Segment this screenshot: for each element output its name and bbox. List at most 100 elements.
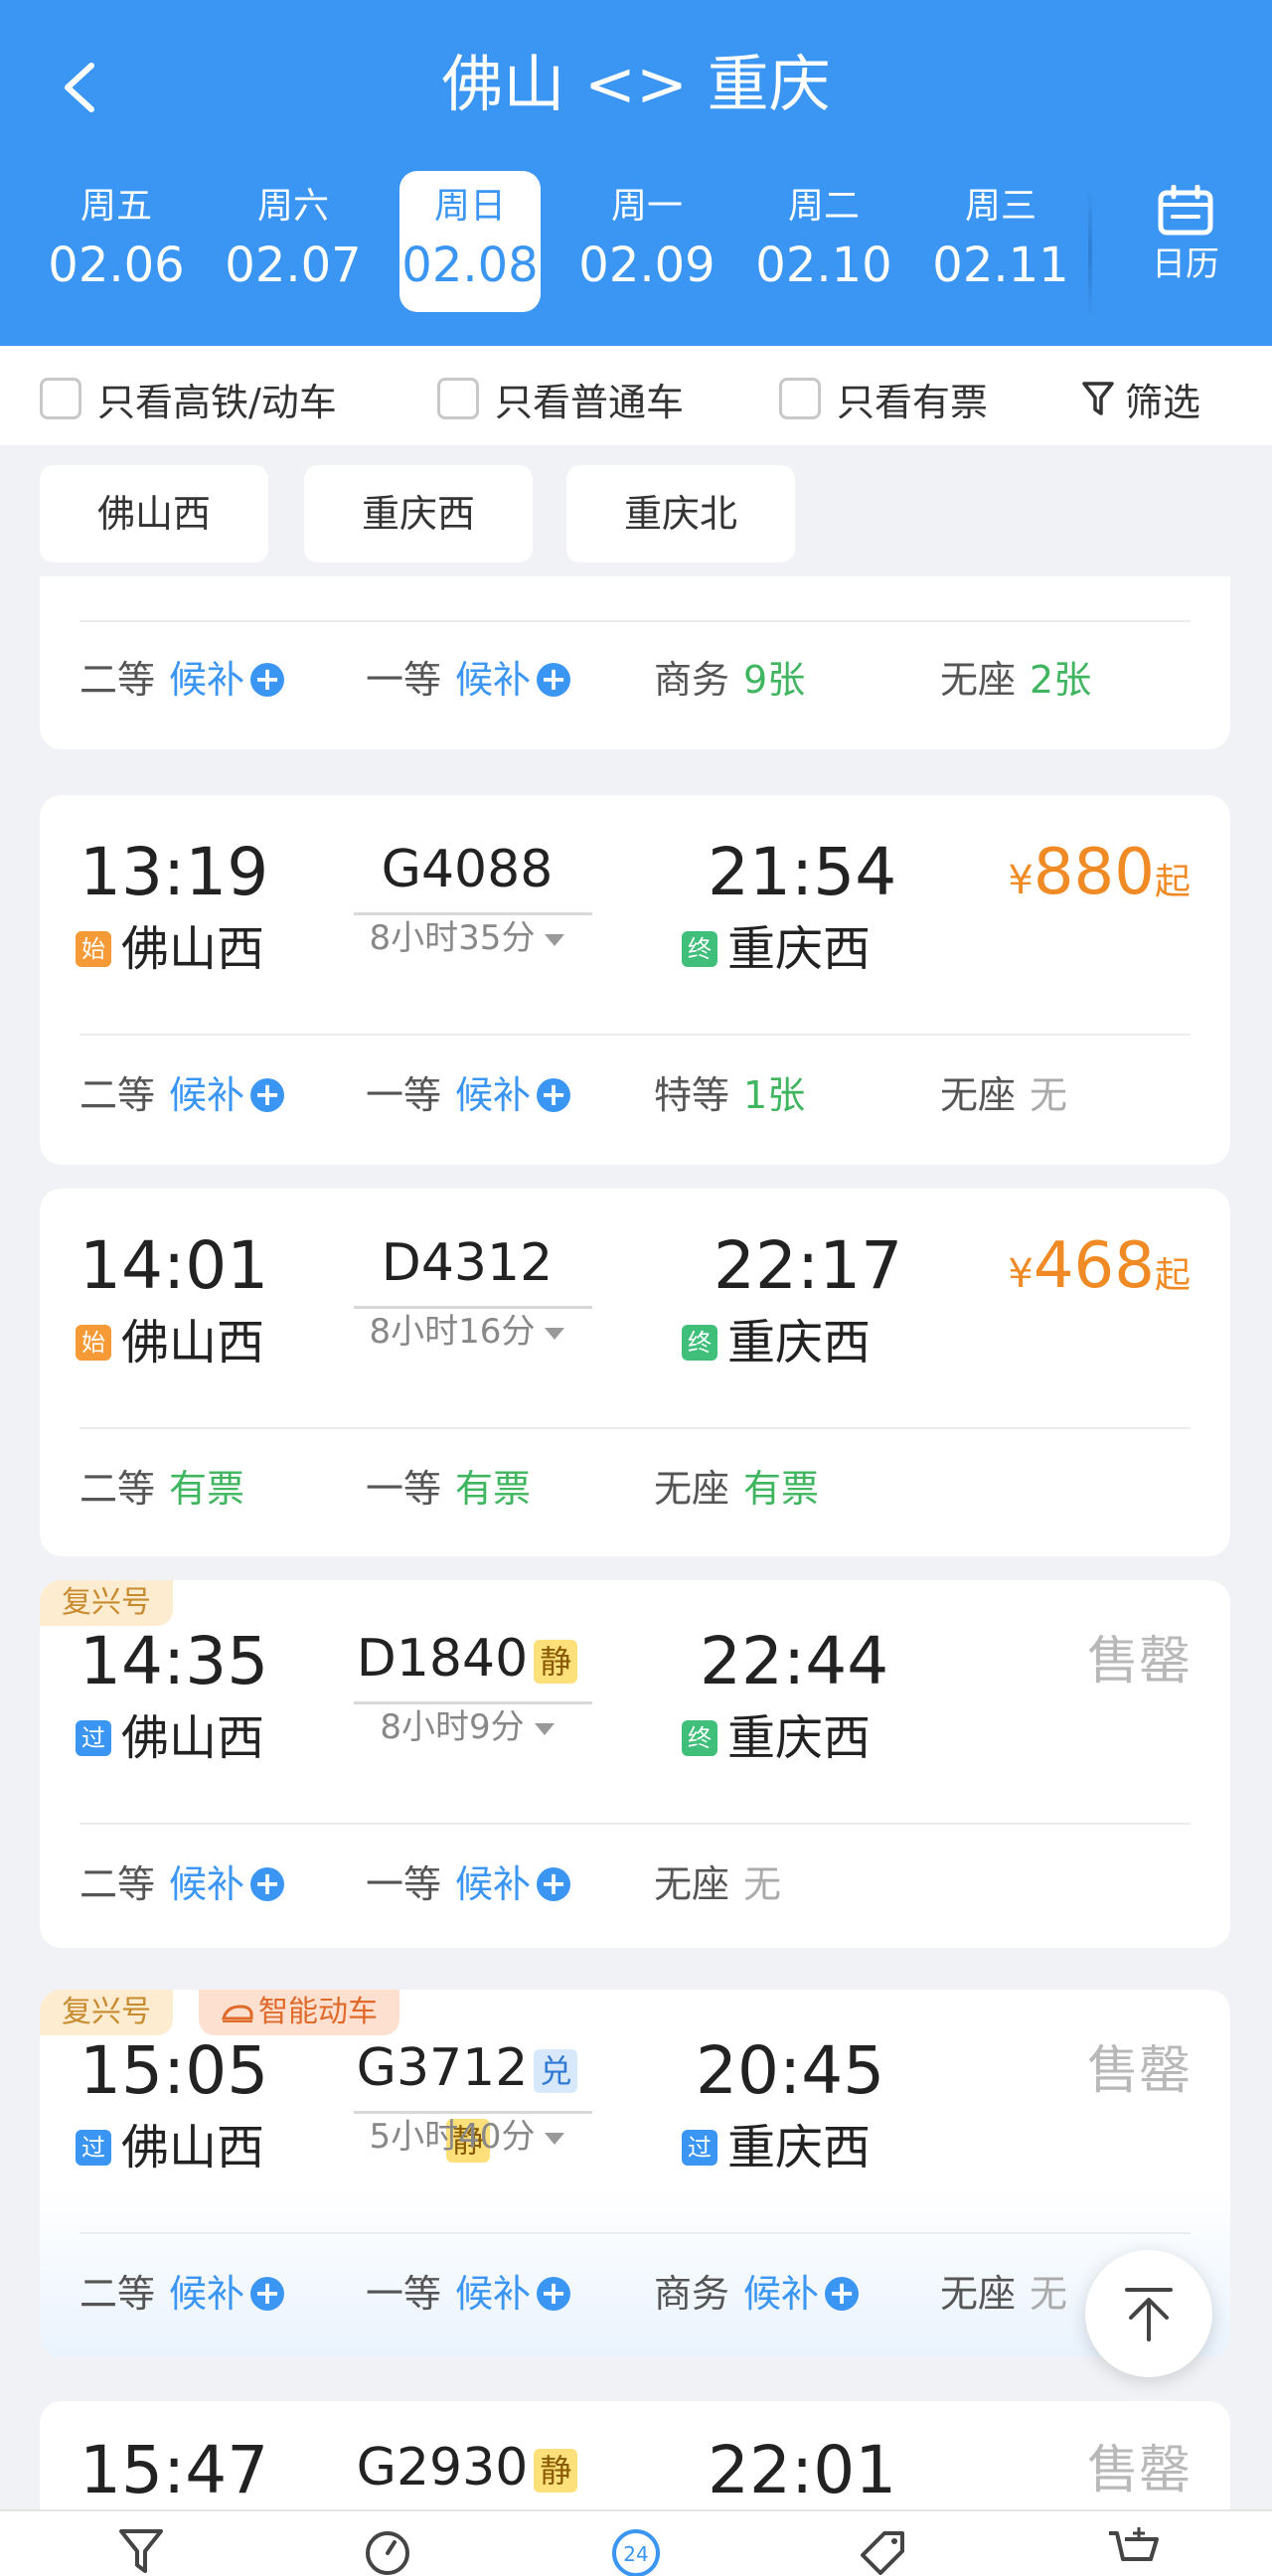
seat-status: 候补 [169,1862,245,1906]
seat-second-class[interactable]: 二等 候补 + [80,1065,285,1125]
seat-status: 有票 [455,1467,532,1511]
seat-first-class[interactable]: 一等 候补 + [366,1065,571,1125]
fuxing-ribbon: 复兴号 [40,1580,173,1626]
seat-first-class[interactable]: 一等 候补 + [366,2264,571,2324]
station-name: 重庆西 [727,921,872,977]
train-icon [222,2005,253,2022]
seat-premium-class[interactable]: 特等 1张 [654,1065,805,1125]
train-card-g3712[interactable]: 复兴号 智能动车 15:05 G3712 兑静 20:45 售罄 过佛山西 5小时… [40,1990,1230,2357]
date-label: 02.08 [401,238,539,293]
available-only-checkbox[interactable]: 只看有票 [779,374,989,424]
seat-business-class[interactable]: 商务 候补 + [654,2264,860,2324]
seat-name: 二等 [80,1073,156,1117]
cart-icon[interactable] [1105,2525,1161,2576]
train-card-g4088[interactable]: 13:19 G4088 21:54 ¥880起 始佛山西 8小时35分 终重庆西… [40,795,1230,1165]
seat-name: 商务 [654,658,730,702]
seat-name: 无座 [654,1862,730,1906]
sold-out-label: 售罄 [1086,2041,1191,2101]
seat-status: 候补 [743,2272,820,2316]
seat-status: 9张 [743,658,806,702]
quiet-car-badge: 静 [534,2449,578,2493]
seat-second-class[interactable]: 二等 候补 + [80,2264,285,2324]
date-tab-0210[interactable]: 周二 02.10 [753,171,894,312]
plus-icon: + [250,2277,285,2311]
from-station: 始佛山西 [76,919,264,979]
plus-icon: + [537,1078,571,1112]
arrive-time: 20:45 [696,2032,885,2109]
sold-out-label: 售罄 [1086,1632,1191,1691]
date-tab-0211[interactable]: 周三 02.11 [930,171,1071,312]
station-chip-chongqingxi[interactable]: 重庆西 [304,465,533,563]
seat-standing[interactable]: 无座 有票 [654,1459,819,1519]
quiet-car-badge: 静 [534,1640,578,1684]
depart-time: 13:19 [80,834,269,910]
weekday-label: 周三 [964,186,1036,227]
train-card[interactable]: 二等 候补 + 一等 候补 + 商务 9张 无座 2张 [40,576,1230,749]
duration-toggle[interactable]: 8小时16分 [338,1310,596,1354]
pass-tag: 过 [76,2130,111,2166]
seat-status: 候补 [455,1862,532,1906]
filter-button[interactable]: 筛选 [1081,374,1200,424]
checkbox-box [437,378,479,419]
seat-name: 商务 [654,2272,730,2316]
train-number-underline [354,1701,592,1704]
normal-train-only-checkbox[interactable]: 只看普通车 [437,374,685,424]
duration-text: 8小时16分 [369,1312,536,1352]
train-list[interactable]: 二等 候补 + 一等 候补 + 商务 9张 无座 2张 13:19 G4088 21:54 … [0,576,1272,2509]
checkbox-label: 只看普通车 [495,380,685,424]
smart-emu-label: 智能动车 [258,1995,378,2029]
seat-standing[interactable]: 无座 2张 [940,650,1091,710]
seat-first-class[interactable]: 一等 候补 + [366,650,571,710]
origin-tag: 始 [76,1325,111,1361]
from-station: 过佛山西 [76,1708,264,1768]
caret-down-icon [545,1327,565,1340]
seat-standing[interactable]: 无座无 [654,1854,781,1914]
seat-status: 候补 [169,1073,245,1117]
seat-second-class[interactable]: 二等 候补 + [80,650,285,710]
date-tab-0206[interactable]: 周五 02.06 [46,171,187,312]
checkbox-label: 只看有票 [837,380,989,424]
station-chip-chongqingbei[interactable]: 重庆北 [566,465,795,563]
seat-standing[interactable]: 无座无 [940,2264,1067,2324]
plus-icon: + [537,663,571,697]
from-station: 过佛山西 [76,2118,264,2177]
train-card-g2930[interactable]: 15:47 G2930 静 22:01 售罄 [40,2401,1230,2509]
price: ¥880起 [1008,833,1191,922]
high-speed-only-checkbox[interactable]: 只看高铁/动车 [40,374,337,424]
seat-first-class[interactable]: 一等 有票 [366,1459,531,1519]
price-currency: ¥ [1008,858,1034,903]
price: ¥468起 [1008,1226,1191,1316]
seat-standing[interactable]: 无座无 [940,1065,1067,1125]
back-to-top-button[interactable] [1085,2250,1212,2377]
train-card-d1840[interactable]: 复兴号 14:35 D1840 静 22:44 售罄 过佛山西 8小时9分 终重庆… [40,1580,1230,1948]
arrow-up-icon [1125,2288,1173,2341]
seat-status: 候补 [455,2272,532,2316]
date-tab-0208-selected[interactable]: 周日 02.08 [399,171,541,312]
tag-icon[interactable] [855,2525,910,2576]
seat-first-class[interactable]: 一等 候补 + [366,1854,571,1914]
date-label: 02.07 [225,238,362,293]
seat-status: 有票 [743,1467,820,1511]
seat-name: 无座 [940,2272,1017,2316]
train-number: D1840 静 [338,1624,596,1693]
sold-out-label: 售罄 [1086,2441,1191,2500]
seat-business-class[interactable]: 商务 9张 [654,650,805,710]
seat-second-class[interactable]: 二等 有票 [80,1459,244,1519]
terminal-tag: 终 [682,931,717,967]
24h-icon[interactable]: 24 [608,2525,664,2576]
funnel-icon[interactable] [117,2525,165,2575]
duration-toggle[interactable]: 8小时35分 [338,916,596,960]
to-station: 终重庆西 [682,1313,871,1372]
date-tab-0207[interactable]: 周六 02.07 [223,171,364,312]
duration-text: 8小时9分 [380,1707,525,1747]
date-tab-0209[interactable]: 周一 02.09 [576,171,717,312]
train-card-d4312[interactable]: 14:01 D4312 22:17 ¥468起 始佛山西 8小时16分 终重庆西… [40,1189,1230,1556]
seat-second-class[interactable]: 二等 候补 + [80,1854,285,1914]
clock-icon[interactable] [362,2525,413,2576]
station-chip-foshanxi[interactable]: 佛山西 [40,465,268,563]
duration-toggle[interactable]: 5小时40分 [338,2115,596,2159]
calendar-divider [1088,189,1092,318]
train-number-underline [354,1306,592,1309]
duration-toggle[interactable]: 8小时9分 [338,1705,596,1749]
calendar-button[interactable]: 日历 [1111,185,1260,304]
